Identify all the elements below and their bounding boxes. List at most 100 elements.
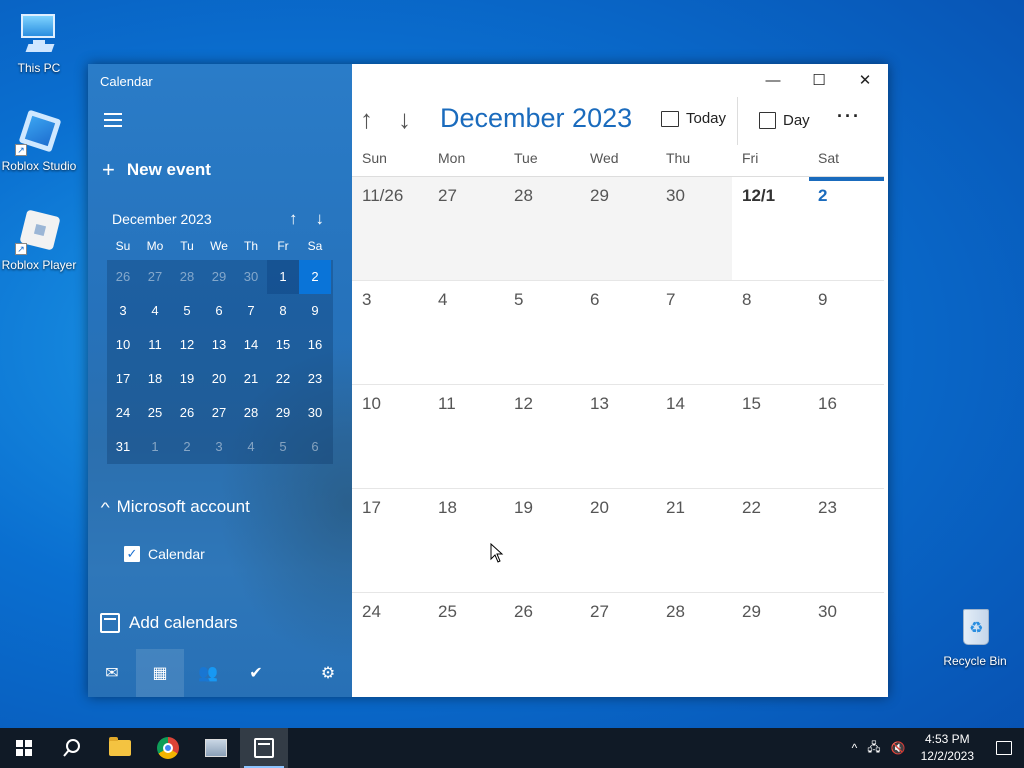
- day-cell[interactable]: 29: [732, 593, 808, 697]
- day-cell[interactable]: 10: [352, 385, 428, 488]
- mini-calendar-title[interactable]: December 2023: [112, 211, 212, 227]
- mini-day[interactable]: 3: [203, 430, 235, 464]
- mini-day[interactable]: 27: [139, 260, 171, 294]
- mini-day[interactable]: 29: [267, 396, 299, 430]
- day-cell[interactable]: 15: [732, 385, 808, 488]
- day-cell[interactable]: 12: [504, 385, 580, 488]
- mini-day[interactable]: 9: [299, 294, 331, 328]
- mini-day[interactable]: 30: [299, 396, 331, 430]
- day-cell[interactable]: 19: [504, 489, 580, 592]
- mini-calendar-up-arrow-icon[interactable]: ↑: [289, 209, 298, 229]
- desktop-icon-roblox-player[interactable]: ↗ Roblox Player: [0, 207, 81, 272]
- close-button[interactable]: ✕: [842, 64, 888, 96]
- day-cell[interactable]: 6: [580, 281, 656, 384]
- day-cell[interactable]: 7: [656, 281, 732, 384]
- mini-day[interactable]: 28: [171, 260, 203, 294]
- day-cell[interactable]: 30: [808, 593, 884, 697]
- mini-day[interactable]: 6: [299, 430, 331, 464]
- mini-day[interactable]: 4: [139, 294, 171, 328]
- notifications-button[interactable]: [984, 728, 1024, 768]
- microsoft-account-toggle[interactable]: ^ Microsoft account: [101, 497, 250, 517]
- mini-day[interactable]: 7: [235, 294, 267, 328]
- desktop-icon-recycle-bin[interactable]: Recycle Bin: [933, 603, 1017, 668]
- day-cell[interactable]: 30: [656, 177, 732, 280]
- mini-day[interactable]: 5: [171, 294, 203, 328]
- mini-day[interactable]: 21: [235, 362, 267, 396]
- this-pc-taskbar-button[interactable]: [192, 728, 240, 768]
- mini-day[interactable]: 14: [235, 328, 267, 362]
- month-title[interactable]: December 2023: [440, 103, 632, 134]
- hamburger-menu-icon[interactable]: [104, 113, 122, 127]
- mini-day[interactable]: 27: [203, 396, 235, 430]
- day-cell[interactable]: 24: [352, 593, 428, 697]
- day-cell[interactable]: 13: [580, 385, 656, 488]
- day-cell[interactable]: 4: [428, 281, 504, 384]
- day-cell[interactable]: 16: [808, 385, 884, 488]
- calendar-checkbox[interactable]: ✓: [124, 546, 140, 562]
- calendar-taskbar-button[interactable]: [240, 728, 288, 768]
- mini-day[interactable]: 19: [171, 362, 203, 396]
- day-cell[interactable]: 18: [428, 489, 504, 592]
- maximize-button[interactable]: ☐: [796, 64, 842, 96]
- day-cell[interactable]: 3: [352, 281, 428, 384]
- mail-icon[interactable]: ✉: [88, 649, 136, 697]
- day-cell[interactable]: 14: [656, 385, 732, 488]
- minimize-button[interactable]: —: [750, 64, 796, 96]
- people-icon[interactable]: 👥: [184, 649, 232, 697]
- mini-day[interactable]: 10: [107, 328, 139, 362]
- view-switcher-button[interactable]: Day: [759, 112, 810, 129]
- start-button[interactable]: [0, 728, 48, 768]
- mini-day[interactable]: 26: [171, 396, 203, 430]
- mini-day[interactable]: 22: [267, 362, 299, 396]
- mini-day[interactable]: 12: [171, 328, 203, 362]
- volume-muted-icon[interactable]: 🔇: [886, 741, 911, 755]
- mini-day[interactable]: 6: [203, 294, 235, 328]
- day-cell[interactable]: 11: [428, 385, 504, 488]
- settings-icon[interactable]: ⚙: [304, 649, 352, 697]
- new-event-button[interactable]: + New event: [102, 159, 211, 181]
- file-explorer-button[interactable]: [96, 728, 144, 768]
- day-cell[interactable]: 25: [428, 593, 504, 697]
- day-cell[interactable]: 28: [504, 177, 580, 280]
- mini-day[interactable]: 11: [139, 328, 171, 362]
- day-cell[interactable]: 23: [808, 489, 884, 592]
- day-cell[interactable]: 12/1: [732, 177, 808, 280]
- mini-day[interactable]: 28: [235, 396, 267, 430]
- mini-day[interactable]: 8: [267, 294, 299, 328]
- mini-day-selected[interactable]: 2: [299, 260, 331, 294]
- add-calendars-button[interactable]: Add calendars: [100, 613, 238, 633]
- mini-day[interactable]: 4: [235, 430, 267, 464]
- mini-day[interactable]: 1: [267, 260, 299, 294]
- desktop-icon-roblox-studio[interactable]: ↗ Roblox Studio: [0, 108, 81, 173]
- mini-day[interactable]: 15: [267, 328, 299, 362]
- day-cell[interactable]: 5: [504, 281, 580, 384]
- mini-day[interactable]: 30: [235, 260, 267, 294]
- search-button[interactable]: [48, 728, 96, 768]
- mini-day[interactable]: 18: [139, 362, 171, 396]
- mini-day[interactable]: 29: [203, 260, 235, 294]
- day-cell[interactable]: 22: [732, 489, 808, 592]
- day-cell[interactable]: 26: [504, 593, 580, 697]
- desktop-icon-this-pc[interactable]: This PC: [0, 10, 81, 75]
- tray-chevron-icon[interactable]: ^: [847, 741, 863, 755]
- day-cell[interactable]: 20: [580, 489, 656, 592]
- mini-day[interactable]: 25: [139, 396, 171, 430]
- mini-day[interactable]: 17: [107, 362, 139, 396]
- mini-day[interactable]: 23: [299, 362, 331, 396]
- next-month-arrow-icon[interactable]: ↓: [398, 104, 411, 135]
- mini-day[interactable]: 5: [267, 430, 299, 464]
- previous-month-arrow-icon[interactable]: ↑: [360, 104, 373, 135]
- mini-day[interactable]: 1: [139, 430, 171, 464]
- mini-calendar-down-arrow-icon[interactable]: ↓: [316, 209, 325, 229]
- calendar-icon[interactable]: ▦: [136, 649, 184, 697]
- mini-day[interactable]: 16: [299, 328, 331, 362]
- day-cell[interactable]: 28: [656, 593, 732, 697]
- network-icon[interactable]: 🖧: [862, 738, 885, 759]
- mini-day[interactable]: 26: [107, 260, 139, 294]
- mini-day[interactable]: 3: [107, 294, 139, 328]
- todo-icon[interactable]: ✔: [232, 649, 280, 697]
- today-button[interactable]: Today: [661, 110, 726, 127]
- mini-day[interactable]: 20: [203, 362, 235, 396]
- day-cell[interactable]: 29: [580, 177, 656, 280]
- day-cell[interactable]: 8: [732, 281, 808, 384]
